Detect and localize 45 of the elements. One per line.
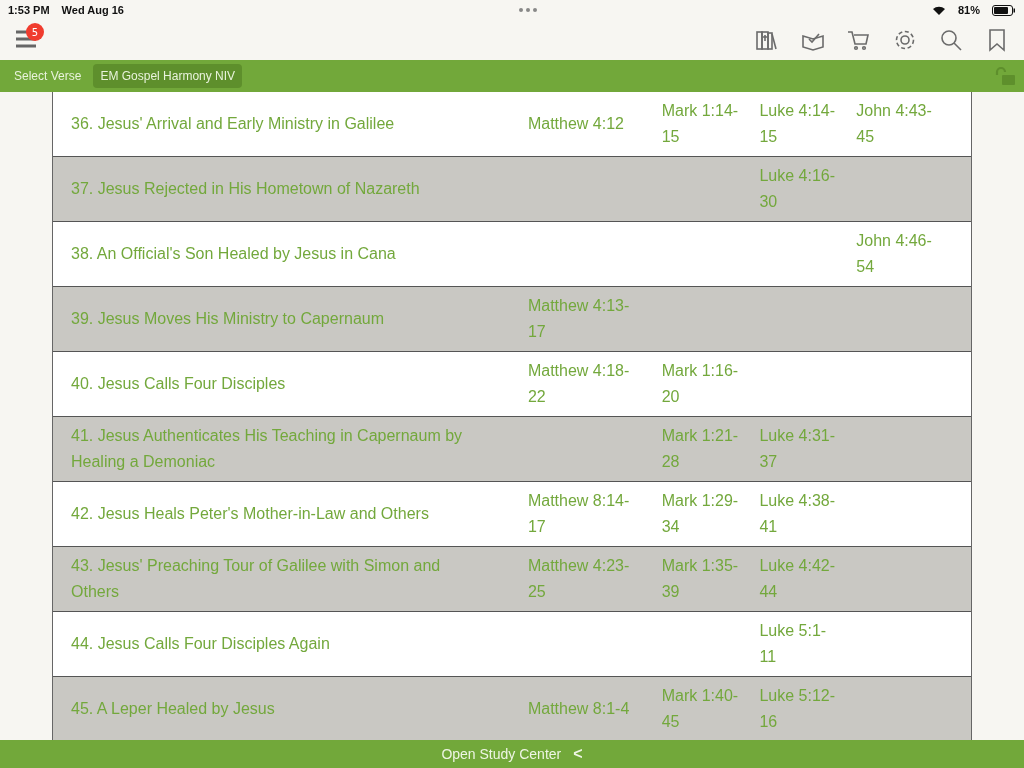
matthew-reference[interactable]: Matthew 8:1-4 <box>527 696 638 722</box>
luke-reference[interactable]: Luke 4:16-30 <box>759 163 843 215</box>
luke-reference[interactable]: Luke 5:12-16 <box>759 683 843 735</box>
section-title[interactable]: 42. Jesus Heals Peter's Mother-in-Law and Others <box>71 501 478 527</box>
mark-reference[interactable]: Mark 1:21-28 <box>661 423 740 475</box>
section-title[interactable]: 38. An Official's Son Healed by Jesus in Cana <box>71 241 478 267</box>
john-reference[interactable]: John 4:43-45 <box>856 98 947 150</box>
mark-reference[interactable]: Mark 1:14-15 <box>661 98 740 150</box>
select-verse-button[interactable]: Select Verse <box>14 69 82 83</box>
luke-reference[interactable]: Luke 4:42-44 <box>759 553 843 605</box>
matthew-reference[interactable]: Matthew 4:23-25 <box>527 553 638 605</box>
section-title[interactable]: 41. Jesus Authenticates His Teaching in Capernaum by Healing a Demoniac <box>71 423 478 475</box>
matthew-reference[interactable]: Matthew 4:12 <box>527 111 638 137</box>
wifi-icon <box>932 4 946 16</box>
matthew-reference[interactable]: Matthew 4:18-22 <box>527 358 638 410</box>
mark-reference[interactable]: Mark 1:16-20 <box>661 358 740 410</box>
menu-button[interactable] <box>16 29 38 49</box>
status-date: Wed Aug 16 <box>61 4 124 16</box>
luke-reference[interactable]: Luke 4:14-15 <box>759 98 843 150</box>
battery-percent: 81% <box>958 4 980 16</box>
battery-icon <box>992 4 1016 16</box>
matthew-reference[interactable]: Matthew 8:14-17 <box>527 488 638 540</box>
luke-reference[interactable]: Luke 4:31-37 <box>759 423 843 475</box>
section-title[interactable]: 39. Jesus Moves His Ministry to Capernaum <box>71 306 478 332</box>
section-title[interactable]: 44. Jesus Calls Four Disciples Again <box>71 631 478 657</box>
luke-reference[interactable]: Luke 4:38-41 <box>759 488 843 540</box>
section-title[interactable]: 45. A Leper Healed by Jesus <box>71 696 478 722</box>
section-title[interactable]: 37. Jesus Rejected in His Hometown of Nazareth <box>71 176 478 202</box>
search-icon[interactable] <box>938 27 964 53</box>
section-title[interactable]: 43. Jesus' Preaching Tour of Galilee with Simon and Others <box>71 553 478 605</box>
section-title[interactable]: 36. Jesus' Arrival and Early Ministry in Galilee <box>71 111 478 137</box>
multitask-dots-icon[interactable] <box>518 8 537 12</box>
study-center-bar[interactable]: Open Study Center < <box>0 740 1024 768</box>
john-reference[interactable]: John 4:46-54 <box>856 228 947 280</box>
open-study-center-label[interactable]: Open Study Center <box>441 746 562 762</box>
mark-reference[interactable]: Mark 1:35-39 <box>661 553 740 605</box>
matthew-reference[interactable]: Matthew 4:13-17 <box>527 293 638 345</box>
status-time: 1:53 PM <box>8 4 50 16</box>
notification-badge: 5 <box>26 23 44 41</box>
mark-reference[interactable]: Mark 1:40-45 <box>661 683 740 735</box>
mark-reference[interactable]: Mark 1:29-34 <box>661 488 740 540</box>
luke-reference[interactable]: Luke 5:1-11 <box>759 618 843 670</box>
resource-button[interactable]: EM Gospel Harmony NIV <box>93 64 243 88</box>
section-title[interactable]: 40. Jesus Calls Four Disciples <box>71 371 478 397</box>
chevron-label[interactable]: < <box>573 745 583 763</box>
